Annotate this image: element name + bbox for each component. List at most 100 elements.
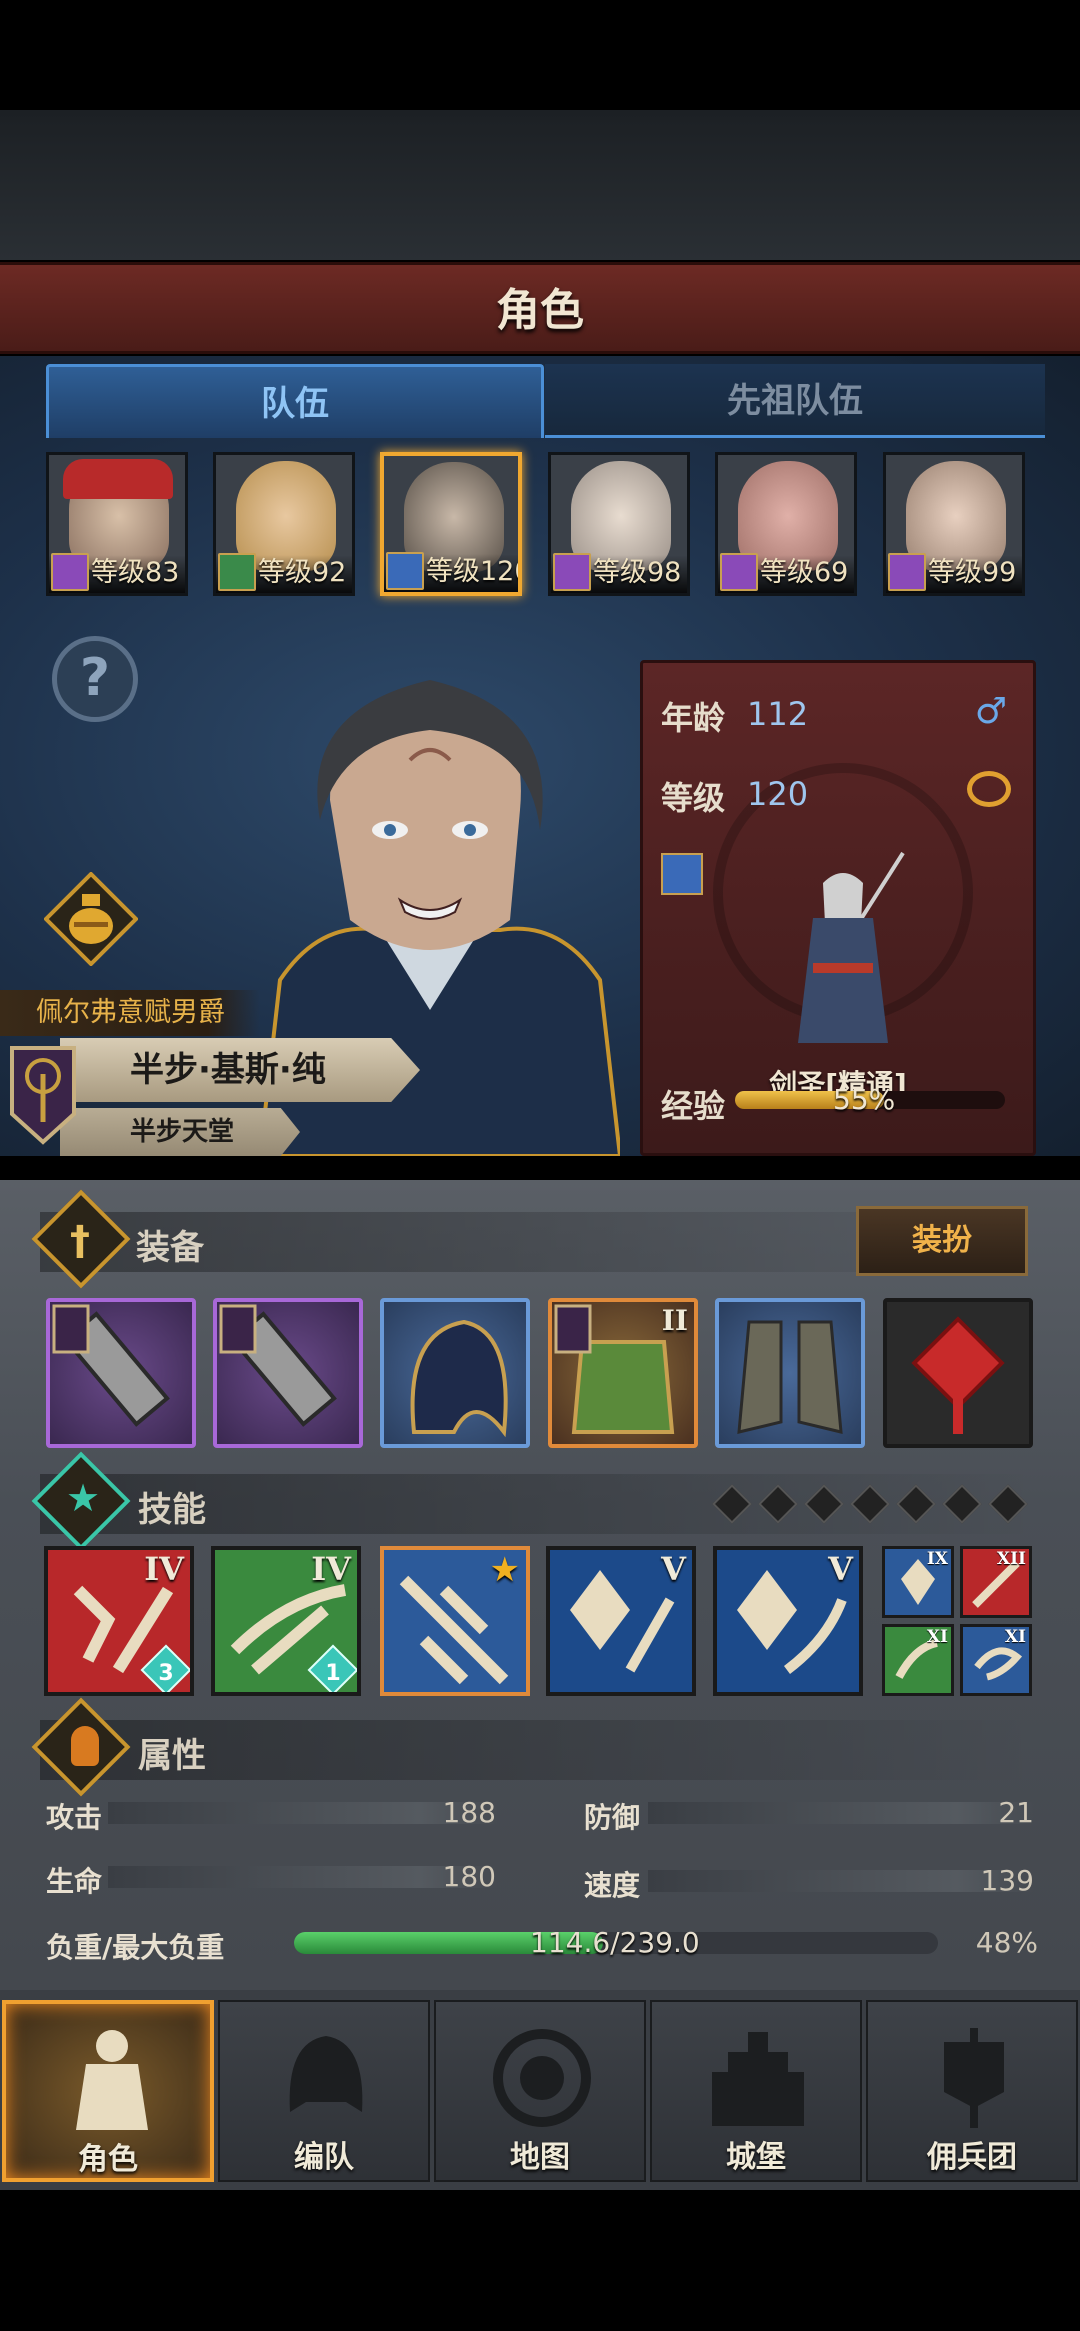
ring-icon[interactable] bbox=[967, 771, 1011, 807]
equip-slot-armor[interactable]: II bbox=[548, 1298, 698, 1448]
nav-label: 角色 bbox=[78, 2142, 138, 2177]
character-title: 佩尔弗意赋男爵 bbox=[0, 990, 260, 1036]
hood-icon bbox=[410, 1319, 508, 1438]
attack-label: 攻击 bbox=[46, 1801, 103, 1834]
guild-crest-icon bbox=[10, 1046, 76, 1145]
greatsword-icon bbox=[52, 1304, 170, 1427]
hero-card[interactable]: 等级92 bbox=[213, 452, 355, 596]
load-percent: 48% bbox=[975, 1926, 1038, 1959]
equip-slot-greatsword[interactable] bbox=[213, 1298, 363, 1448]
skill-crystal[interactable]: V bbox=[546, 1546, 696, 1696]
hero-level: 等级92 bbox=[258, 557, 347, 588]
skill-rank: IV bbox=[144, 1550, 184, 1588]
defense-value: 21 bbox=[998, 1796, 1034, 1829]
speed-label: 速度 bbox=[584, 1869, 641, 1902]
level-value: 120 bbox=[747, 775, 809, 813]
skill-gust[interactable]: XI bbox=[960, 1624, 1032, 1696]
hero-card[interactable]: 等级99 bbox=[883, 452, 1025, 596]
skill-rank: XI bbox=[926, 1627, 948, 1647]
greatsword-icon bbox=[219, 1304, 337, 1427]
tab-ancestor-team[interactable]: 先祖队伍 bbox=[545, 364, 1045, 438]
bow-icon bbox=[218, 553, 256, 591]
hero-card[interactable]: 等级98 bbox=[548, 452, 690, 596]
hero-card[interactable]: 等级83 bbox=[46, 452, 188, 596]
skill-rank: V bbox=[828, 1550, 853, 1588]
boots-icon bbox=[737, 1320, 843, 1434]
character-realm: 半步天堂 bbox=[60, 1108, 300, 1156]
tab-team[interactable]: 队伍 bbox=[46, 364, 544, 438]
age-value: 112 bbox=[747, 695, 809, 733]
hero-level: 等级98 bbox=[593, 557, 682, 588]
banner-icon bbox=[944, 2028, 1004, 2128]
nav-label: 编队 bbox=[294, 2140, 354, 2175]
nav-label: 城堡 bbox=[726, 2140, 786, 2175]
helmet-icon bbox=[289, 2036, 363, 2112]
compass-icon bbox=[493, 2029, 591, 2127]
exp-percent: 55% bbox=[833, 1083, 896, 1116]
sword-class-icon bbox=[661, 853, 703, 895]
potion-icon[interactable] bbox=[44, 872, 138, 966]
attributes-title: 属性 bbox=[138, 1736, 206, 1776]
skill-crystal-wind[interactable]: V bbox=[713, 1546, 863, 1696]
nav-label: 佣兵团 bbox=[927, 2140, 1017, 2175]
nav-castle[interactable]: 城堡 bbox=[650, 2000, 862, 2182]
staff-icon bbox=[888, 553, 926, 591]
nav-character[interactable]: 角色 bbox=[2, 2000, 214, 2182]
nav-mercenary[interactable]: 佣兵团 bbox=[866, 2000, 1078, 2182]
santa-hat-icon bbox=[63, 459, 173, 499]
sword-icon bbox=[386, 552, 424, 590]
bottom-bar bbox=[0, 2190, 1080, 2331]
help-icon[interactable]: ? bbox=[52, 636, 138, 722]
load-value: 114.6/239.0 bbox=[530, 1926, 700, 1959]
knight-icon bbox=[76, 2030, 148, 2130]
person-icon bbox=[71, 1726, 99, 1766]
hero-level: 等级120 bbox=[426, 556, 522, 587]
skills-title: 技能 bbox=[138, 1490, 206, 1530]
speed-value: 139 bbox=[980, 1864, 1034, 1897]
nav-label: 地图 bbox=[510, 2140, 570, 2175]
equip-slot-boots[interactable] bbox=[715, 1298, 865, 1448]
title-bar: 角色 bbox=[0, 262, 1080, 354]
male-icon: ♂ bbox=[974, 691, 1007, 732]
equip-slot-accessory[interactable] bbox=[883, 1298, 1033, 1448]
dress-up-button[interactable]: 装扮 bbox=[856, 1206, 1028, 1276]
skill-sword[interactable]: ★ bbox=[380, 1546, 530, 1696]
character-name: 半步·基斯·纯 bbox=[60, 1038, 420, 1102]
load-label: 负重/最大负重 bbox=[46, 1931, 225, 1964]
gem-count: 1 bbox=[325, 1661, 341, 1686]
skill-rank: IX bbox=[926, 1549, 948, 1569]
cross-icon: † bbox=[70, 1218, 90, 1264]
age-label: 年龄 bbox=[661, 699, 726, 737]
equip-slot-hood[interactable] bbox=[380, 1298, 530, 1448]
attack-value: 188 bbox=[442, 1796, 496, 1829]
equipment-title: 装备 bbox=[136, 1228, 204, 1268]
hero-card-selected[interactable]: 等级120 bbox=[380, 452, 522, 596]
staff-icon bbox=[720, 553, 758, 591]
skill-shield-burst[interactable]: IX bbox=[882, 1546, 954, 1618]
stats-panel: 年龄 112 ♂ 等级 120 剑圣[精通] 经验 55% bbox=[640, 660, 1036, 1156]
page-title: 角色 bbox=[496, 285, 584, 336]
equip-slot-greatsword[interactable] bbox=[46, 1298, 196, 1448]
equip-rank: II bbox=[661, 1304, 688, 1337]
skill-rank: XI bbox=[1004, 1627, 1026, 1647]
nav-map[interactable]: 地图 bbox=[434, 2000, 646, 2182]
star-icon: ★ bbox=[489, 1550, 520, 1590]
hero-level: 等级83 bbox=[91, 557, 180, 588]
defense-label: 防御 bbox=[584, 1801, 641, 1834]
skill-claw[interactable]: XI bbox=[882, 1624, 954, 1696]
skill-sweep[interactable]: IV 1 bbox=[211, 1546, 361, 1696]
status-bar bbox=[0, 0, 1080, 110]
game-screen: 角色 队伍 先祖队伍 等级83 等级92 等级120 等级98 等级69 等级9… bbox=[0, 0, 1080, 2331]
skill-rank: V bbox=[661, 1550, 686, 1588]
nav-formation[interactable]: 编队 bbox=[218, 2000, 430, 2182]
hero-card[interactable]: 等级69 bbox=[715, 452, 857, 596]
star-icon: ★ bbox=[66, 1476, 101, 1520]
skill-slash[interactable]: IV 3 bbox=[44, 1546, 194, 1696]
staff-icon bbox=[51, 553, 89, 591]
skill-blade[interactable]: XII bbox=[960, 1546, 1032, 1618]
hp-label: 生命 bbox=[46, 1865, 103, 1898]
swordmaster-figure bbox=[798, 851, 905, 1043]
hero-level: 等级99 bbox=[928, 557, 1017, 588]
castle-icon bbox=[712, 2032, 804, 2126]
staff-icon bbox=[553, 553, 591, 591]
